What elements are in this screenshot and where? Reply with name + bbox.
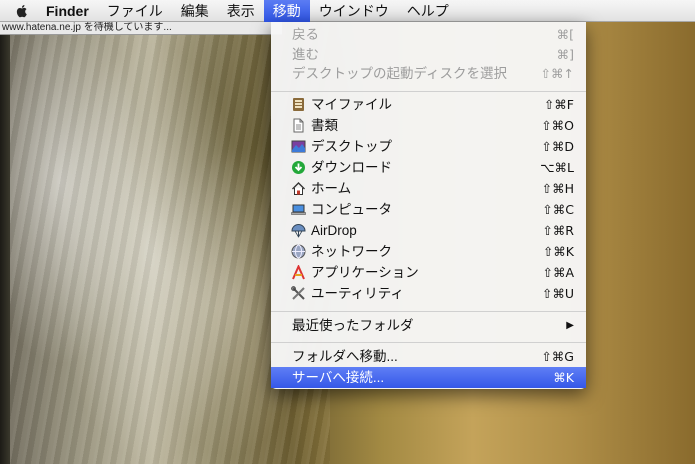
menu-item-label: 戻る	[292, 27, 319, 42]
desktop-icon	[291, 140, 306, 153]
menu-help[interactable]: ヘルプ	[398, 0, 458, 22]
menu-item-label: デスクトップの起動ディスクを選択	[292, 66, 508, 81]
menu-view[interactable]: 表示	[218, 0, 264, 22]
menu-item-back[interactable]: 戻る ⌘[	[271, 24, 586, 45]
menu-separator	[271, 91, 586, 92]
utilities-icon	[291, 286, 305, 300]
menu-finder[interactable]: Finder	[42, 0, 98, 22]
menu-item-label: ユーティリティ	[311, 286, 404, 301]
downloads-icon	[292, 161, 305, 174]
menu-item-home[interactable]: ホーム ⇧⌘H	[271, 178, 586, 199]
home-icon	[292, 182, 305, 195]
menu-item-label: ダウンロード	[311, 160, 392, 175]
submenu-arrow-icon: ▶	[566, 320, 574, 331]
network-icon	[291, 244, 306, 259]
menu-bar: Finder ファイル 編集 表示 移動 ウインドウ ヘルプ	[0, 0, 695, 22]
menu-item-label: マイファイル	[311, 97, 392, 112]
my-files-icon	[293, 98, 304, 111]
menu-go[interactable]: 移動	[263, 0, 310, 22]
menu-item-recent-folders[interactable]: 最近使ったフォルダ ▶	[271, 315, 586, 336]
window-edge	[0, 34, 10, 464]
menu-item-label: デスクトップ	[311, 139, 392, 154]
shortcut-label: ⇧⌘D	[541, 139, 574, 154]
shortcut-label: ⇧⌘U	[541, 286, 574, 301]
menu-item-label: フォルダへ移動...	[292, 349, 398, 364]
shortcut-label: ⇧⌘K	[542, 244, 574, 259]
menu-file[interactable]: ファイル	[98, 0, 172, 22]
menu-item-label: 進む	[292, 47, 319, 62]
menu-item-network[interactable]: ネットワーク ⇧⌘K	[271, 241, 586, 262]
computer-icon	[291, 204, 306, 215]
menu-item-label: ホーム	[311, 181, 352, 196]
shortcut-label: ⌘]	[556, 47, 574, 62]
menu-item-computer[interactable]: コンピュータ ⇧⌘C	[271, 199, 586, 220]
menu-window[interactable]: ウインドウ	[310, 0, 398, 22]
shortcut-label: ⇧⌘A	[542, 265, 574, 280]
menu-item-label: サーバへ接続...	[292, 370, 385, 385]
shortcut-label: ⌥⌘L	[540, 160, 574, 175]
menu-item-connect-server[interactable]: サーバへ接続... ⌘K	[271, 367, 586, 388]
menu-item-applications[interactable]: アプリケーション ⇧⌘A	[271, 262, 586, 283]
menu-separator	[271, 342, 586, 343]
menu-item-label: 書類	[311, 118, 338, 133]
menu-item-forward[interactable]: 進む ⌘]	[271, 44, 586, 65]
shortcut-label: ⇧⌘F	[543, 97, 574, 112]
menu-item-downloads[interactable]: ダウンロード ⌥⌘L	[271, 157, 586, 178]
menu-item-label: ネットワーク	[311, 244, 392, 259]
go-menu-dropdown: 戻る ⌘[ 進む ⌘] デスクトップの起動ディスクを選択 ⇧⌘↑ マイファイル …	[271, 22, 586, 389]
menu-item-documents[interactable]: 書類 ⇧⌘O	[271, 115, 586, 136]
shortcut-label: ⇧⌘H	[541, 181, 574, 196]
menu-item-label: コンピュータ	[311, 202, 392, 217]
menu-edit[interactable]: 編集	[172, 0, 218, 22]
browser-status-text: www.hatena.ne.jp を待機しています...	[0, 22, 282, 35]
shortcut-label: ⇧⌘G	[541, 349, 574, 364]
applications-icon	[292, 265, 305, 280]
menu-separator	[271, 311, 586, 312]
menu-item-desktop[interactable]: デスクトップ ⇧⌘D	[271, 136, 586, 157]
menu-item-label: 最近使ったフォルダ	[292, 318, 414, 333]
shortcut-label: ⇧⌘C	[542, 202, 574, 217]
shortcut-label: ⌘K	[553, 370, 574, 385]
shortcut-label: ⇧⌘↑	[540, 66, 574, 81]
menu-item-startup-disk[interactable]: デスクトップの起動ディスクを選択 ⇧⌘↑	[271, 63, 586, 84]
documents-icon	[293, 118, 304, 133]
menu-item-label: アプリケーション	[311, 265, 419, 280]
menu-item-utilities[interactable]: ユーティリティ ⇧⌘U	[271, 283, 586, 304]
menu-item-my-files[interactable]: マイファイル ⇧⌘F	[271, 94, 586, 115]
shortcut-label: ⇧⌘R	[542, 223, 574, 238]
apple-icon[interactable]	[14, 3, 30, 19]
menu-item-airdrop[interactable]: AirDrop ⇧⌘R	[271, 220, 586, 241]
menu-item-go-to-folder[interactable]: フォルダへ移動... ⇧⌘G	[271, 346, 586, 367]
shortcut-label: ⌘[	[556, 27, 574, 42]
menu-item-label: AirDrop	[311, 223, 357, 238]
airdrop-icon	[291, 224, 306, 238]
shortcut-label: ⇧⌘O	[541, 118, 574, 133]
